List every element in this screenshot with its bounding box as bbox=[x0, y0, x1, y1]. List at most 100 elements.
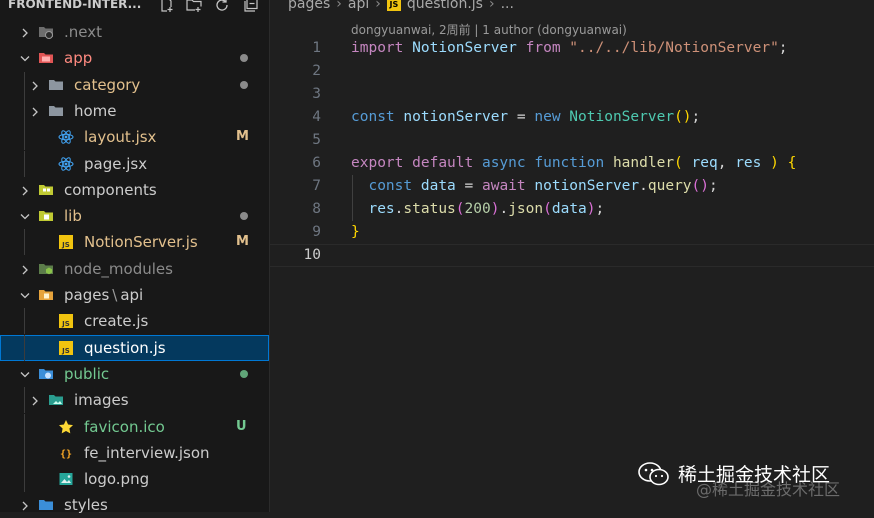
chevron-down-icon[interactable] bbox=[20, 288, 30, 302]
tree-folder-home[interactable]: home bbox=[0, 97, 269, 124]
explorer-sidebar: FRONTEND-INTER... .next app category home la… bbox=[0, 0, 270, 514]
chevron-right-icon[interactable] bbox=[30, 104, 40, 118]
tree-file-notionserver-js[interactable]: JS NotionServer.js M bbox=[0, 229, 269, 256]
tree-folder-public[interactable]: public bbox=[0, 361, 269, 387]
code-token: req bbox=[691, 155, 718, 171]
code-token: query bbox=[647, 178, 692, 194]
breadcrumb-item-api[interactable]: api bbox=[348, 0, 369, 12]
breadcrumb-item-pages[interactable]: pages bbox=[288, 0, 330, 12]
components-folder-icon bbox=[38, 182, 54, 198]
tree-file-create-js[interactable]: JS create.js bbox=[0, 308, 269, 335]
public-folder-icon bbox=[38, 366, 54, 382]
code-token: ; bbox=[595, 201, 605, 217]
chevron-down-icon[interactable] bbox=[20, 51, 30, 65]
code-line[interactable]: 8 res.status(200).json(data); bbox=[270, 198, 874, 221]
chevron-right-icon[interactable] bbox=[20, 262, 30, 276]
tree-folder-components[interactable]: components bbox=[0, 177, 269, 203]
code-line[interactable]: 2 bbox=[270, 60, 874, 83]
tree-item-label: images bbox=[74, 390, 129, 410]
code-line[interactable]: 4 const notionServer = new NotionServer()… bbox=[270, 106, 874, 129]
chevron-down-icon[interactable] bbox=[20, 209, 30, 223]
tree-folder-styles[interactable]: styles bbox=[0, 492, 269, 518]
code-token: default bbox=[412, 155, 474, 171]
code-token: ( bbox=[455, 201, 465, 217]
code-token: status bbox=[403, 201, 456, 217]
watermark-text: 稀土掘金技术社区 bbox=[678, 464, 831, 486]
tree-file-favicon-ico[interactable]: favicon.ico U bbox=[0, 413, 269, 440]
code-text: export default async function handler( r… bbox=[351, 152, 796, 175]
code-token: new bbox=[534, 109, 561, 125]
code-editor[interactable]: pages › api › JS question.js ›... dongyuanwai,… bbox=[270, 0, 874, 512]
code-token: await bbox=[481, 178, 526, 194]
chevron-right-icon[interactable] bbox=[20, 498, 30, 512]
indent-guide bbox=[24, 308, 25, 335]
next-folder-icon bbox=[38, 24, 54, 40]
tree-folder-category[interactable]: category bbox=[0, 71, 269, 98]
code-text: res.status(200).json(data); bbox=[351, 198, 604, 221]
chevron-right-icon[interactable] bbox=[20, 183, 30, 197]
new-folder-icon[interactable] bbox=[186, 0, 202, 13]
tree-folder-app[interactable]: app bbox=[0, 45, 269, 71]
tree-folder-node-modules[interactable]: node_modules bbox=[0, 256, 269, 282]
code-token: notionServer bbox=[403, 109, 509, 125]
tree-item-label-text: lib bbox=[64, 207, 82, 226]
new-file-icon[interactable] bbox=[158, 0, 174, 13]
lib-folder-icon bbox=[38, 208, 54, 224]
code-token: . bbox=[499, 201, 509, 217]
code-token: ; bbox=[778, 40, 788, 56]
chevron-down-icon[interactable] bbox=[20, 367, 30, 381]
react-icon bbox=[58, 156, 74, 172]
tree-item-label-text: NotionServer.js bbox=[84, 233, 198, 252]
breadcrumb-item-more[interactable]: ... bbox=[501, 0, 514, 12]
code-line[interactable]: 9} bbox=[270, 221, 874, 244]
git-status-badge: U bbox=[236, 418, 247, 434]
tree-folder-next[interactable]: .next bbox=[0, 19, 269, 45]
code-token: ( bbox=[543, 201, 552, 217]
tree-file-logo-png[interactable]: logo.png bbox=[0, 466, 269, 493]
git-status-dot bbox=[240, 369, 248, 378]
tree-file-page-jsx[interactable]: page.jsx bbox=[0, 150, 269, 177]
explorer-title: FRONTEND-INTER... bbox=[8, 0, 142, 11]
tree-item-label: logo.png bbox=[84, 469, 149, 489]
indent-guide bbox=[24, 229, 25, 256]
tree-folder-lib[interactable]: lib bbox=[0, 203, 269, 229]
indent-guide bbox=[24, 466, 25, 493]
code-line[interactable]: 10 bbox=[270, 244, 874, 267]
tree-item-label-text: public bbox=[64, 364, 110, 383]
tree-item-label: public bbox=[64, 364, 109, 384]
code-token: ; bbox=[691, 109, 701, 125]
chevron-right-icon[interactable] bbox=[30, 78, 40, 92]
refresh-icon[interactable] bbox=[214, 0, 230, 13]
chevron-right-icon[interactable] bbox=[20, 25, 30, 39]
tree-folder-images[interactable]: images bbox=[0, 387, 269, 414]
tree-item-label: question.js bbox=[84, 338, 166, 358]
git-status-dot bbox=[240, 54, 248, 63]
images-folder-icon bbox=[48, 392, 64, 408]
code-line[interactable]: 3 bbox=[270, 83, 874, 106]
tree-folder-pages[interactable]: pages \ api bbox=[0, 282, 269, 308]
chevron-right-icon[interactable] bbox=[30, 393, 40, 407]
indent-guide bbox=[24, 439, 25, 466]
git-status-badge: M bbox=[236, 129, 249, 145]
tree-file-question-js[interactable]: JS question.js bbox=[0, 334, 269, 361]
code-line[interactable]: 5 bbox=[270, 129, 874, 152]
code-token: . bbox=[639, 178, 648, 194]
git-blame-codelens[interactable]: dongyuanwai, 2周前 | 1 author (dongyuanwai… bbox=[351, 21, 627, 38]
code-line[interactable]: 6 export default async function handler( … bbox=[270, 152, 874, 175]
code-line[interactable]: 1 import NotionServer from "../../lib/Not… bbox=[270, 37, 874, 60]
svg-text:JS: JS bbox=[61, 320, 70, 328]
tree-file-fe-interview-json[interactable]: {} fe_interview.json bbox=[0, 439, 269, 466]
code-token: = bbox=[508, 109, 535, 125]
git-status-dot bbox=[240, 212, 248, 221]
collapse-all-icon[interactable] bbox=[243, 0, 259, 13]
code-line[interactable]: 7 const data = await notionServer.query(… bbox=[270, 175, 874, 198]
indent-guide bbox=[24, 97, 25, 124]
indent-guide bbox=[24, 387, 25, 414]
code-text: } bbox=[351, 221, 360, 244]
tree-file-layout-jsx[interactable]: layout.jsx M bbox=[0, 124, 269, 151]
tree-item-label: favicon.ico bbox=[84, 417, 165, 437]
breadcrumb-item-file[interactable]: question.js bbox=[407, 0, 483, 12]
